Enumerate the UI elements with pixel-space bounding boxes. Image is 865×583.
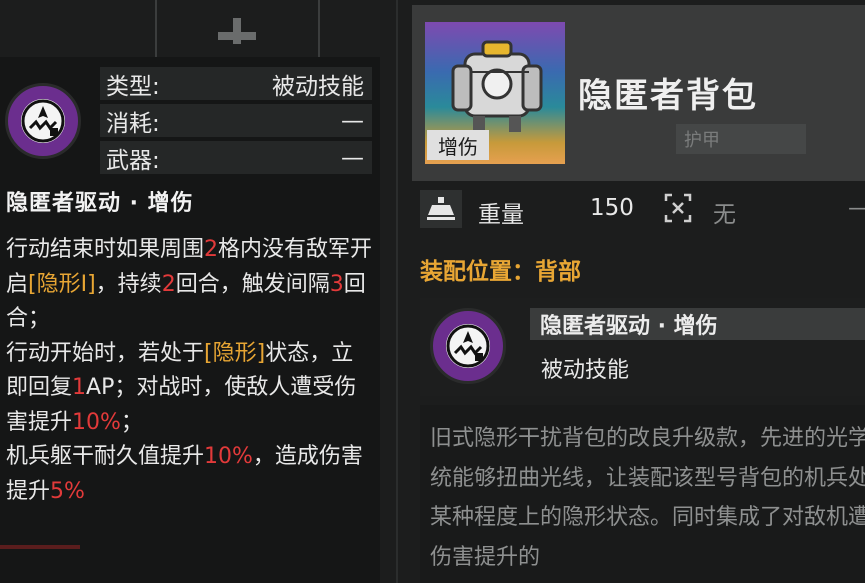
background-line [155, 0, 157, 57]
background-cross-decoration [233, 18, 241, 44]
weight-value: 150 [590, 195, 634, 221]
weight-icon [420, 190, 462, 228]
info-row-type: 类型: 被动技能 [100, 67, 372, 100]
info-key: 武器: [106, 147, 160, 174]
backpack-icon [451, 40, 543, 132]
skill-emblem-icon [5, 83, 81, 159]
skill-info-table: 类型: 被动技能 消耗: — 武器: — [100, 67, 372, 178]
info-value: — [341, 144, 364, 171]
item-tag-badge: 增伤 [427, 130, 489, 160]
background-cross-decoration [218, 32, 256, 40]
target-value: 无 [713, 202, 736, 228]
skill-detail-panel: 类型: 被动技能 消耗: — 武器: — 隐匿者驱动 · 增伤 行动结束时如果周… [0, 57, 380, 583]
info-row-weapon: 武器: — [100, 141, 372, 174]
info-value: — [341, 107, 364, 134]
status-tag: [隐形Ⅰ] [28, 271, 96, 297]
decorative-bar [0, 545, 80, 549]
item-description-box: 旧式隐形干扰背包的改良升级款，先进的光学系统能够扭曲光线，让装配该型号背包的机兵… [420, 405, 865, 583]
skill-emblem-icon [430, 308, 506, 384]
background-line [318, 0, 320, 57]
equip-position: 装配位置：背部 [420, 259, 581, 285]
status-tag: [隐形] [204, 340, 266, 366]
item-name: 隐匿者背包 [578, 76, 758, 116]
item-description: 旧式隐形干扰背包的改良升级款，先进的光学系统能够扭曲光线，让装配该型号背包的机兵… [430, 426, 865, 570]
weight-label: 重量 [478, 202, 524, 228]
skill-card-type: 被动技能 [541, 358, 630, 383]
info-value: 被动技能 [272, 73, 364, 100]
info-row-cost: 消耗: — [100, 104, 372, 137]
background-line [396, 0, 398, 583]
info-key: 消耗: [106, 110, 160, 137]
skill-title: 隐匿者驱动 · 增伤 [6, 191, 194, 216]
info-key: 类型: [106, 73, 160, 100]
target-icon [664, 193, 692, 223]
extra-value: — [848, 195, 865, 221]
skill-description: 行动结束时如果周围2格内没有敌军开启[隐形Ⅰ]，持续2回合，触发间隔3回合； 行动… [6, 237, 373, 504]
armor-tab[interactable]: 护甲 [676, 124, 806, 154]
skill-card-title: 隐匿者驱动 · 增伤 [530, 308, 865, 340]
